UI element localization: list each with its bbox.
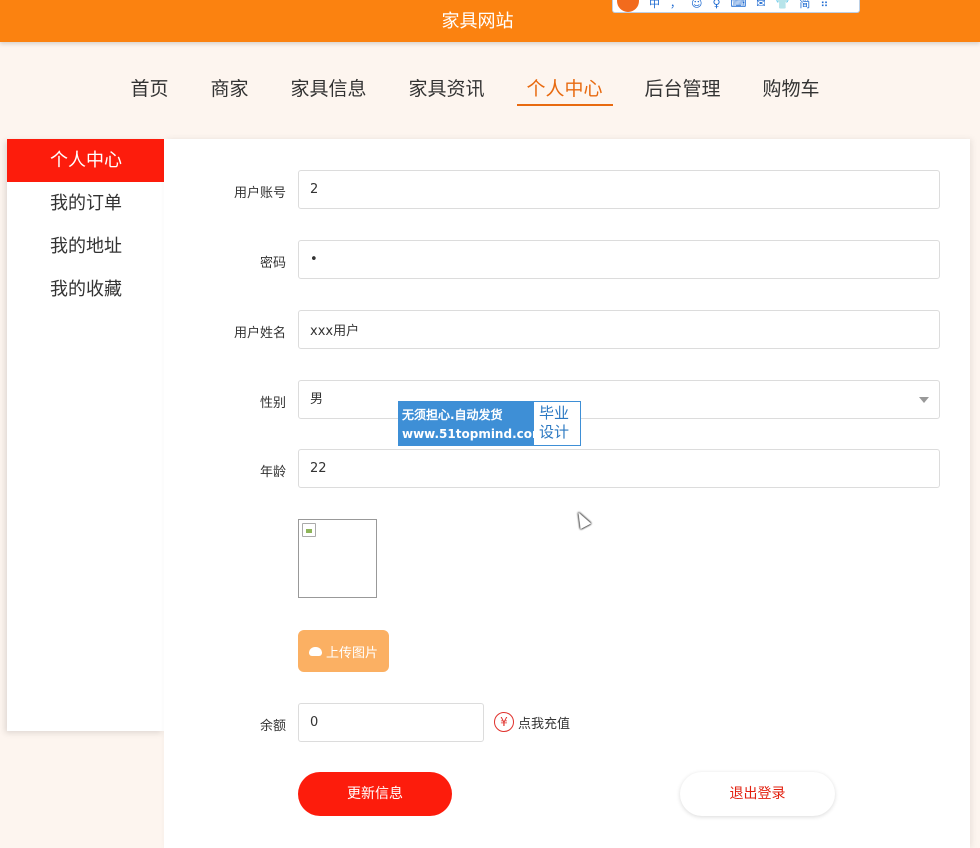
- ime-item[interactable]: ⌨: [731, 0, 747, 10]
- form-row-name: 用户姓名: [164, 310, 970, 350]
- nav-item-cart[interactable]: 购物车: [753, 74, 830, 106]
- gender-label: 性别: [259, 396, 286, 411]
- update-info-button[interactable]: 更新信息: [298, 772, 452, 816]
- sidebar-item-favorites[interactable]: 我的收藏: [7, 268, 164, 311]
- main-nav: 首页 商家 家具信息 家具资讯 个人中心 后台管理 购物车: [0, 42, 980, 138]
- balance-label: 余额: [259, 719, 286, 734]
- nav-item-personal-center[interactable]: 个人中心: [516, 74, 613, 106]
- form-row-balance: 余额 ¥ 点我充值: [164, 703, 970, 743]
- gender-select[interactable]: 男: [298, 380, 940, 419]
- name-input[interactable]: [298, 310, 940, 349]
- recharge-link[interactable]: ¥ 点我充值: [494, 712, 570, 732]
- watermark-line1: 无须担心.自动发货: [402, 408, 503, 422]
- watermark-badge: 无须担心.自动发货 www.51topmind.com 毕业 设计: [398, 401, 581, 446]
- balance-input[interactable]: [298, 703, 484, 742]
- nav-item-admin[interactable]: 后台管理: [635, 74, 731, 106]
- logout-button[interactable]: 退出登录: [680, 772, 835, 816]
- nav-item-furniture-news[interactable]: 家具资讯: [398, 74, 494, 106]
- gender-selected-value: 男: [310, 392, 324, 407]
- sidebar: 个人中心 我的订单 我的地址 我的收藏: [7, 139, 164, 731]
- form-row-password: 密码: [164, 240, 970, 280]
- ime-item[interactable]: 简: [799, 0, 810, 10]
- ime-logo-icon: [617, 0, 639, 12]
- ime-item[interactable]: ✉: [756, 0, 765, 10]
- account-input[interactable]: [298, 170, 940, 209]
- password-input[interactable]: [298, 240, 940, 279]
- form-row-account: 用户账号: [164, 170, 970, 210]
- watermark-right2: 设计: [539, 423, 570, 441]
- sidebar-item-personal-center[interactable]: 个人中心: [7, 139, 164, 182]
- upload-image-button[interactable]: 上传图片: [298, 630, 389, 672]
- chevron-down-icon: [919, 397, 929, 403]
- age-label: 年龄: [259, 465, 286, 480]
- nav-item-furniture-info[interactable]: 家具信息: [280, 74, 376, 106]
- top-header-bar: 家具网站 中 ， ☺ ♀ ⌨ ✉ 👕 简 ⠿: [0, 0, 980, 42]
- watermark-right1: 毕业: [539, 404, 570, 422]
- recharge-label: 点我充值: [518, 716, 571, 732]
- password-label: 密码: [259, 256, 286, 271]
- ime-item[interactable]: ，: [670, 0, 681, 10]
- ime-item[interactable]: ♀: [712, 0, 720, 10]
- avatar-image-preview: [298, 519, 377, 598]
- nav-item-merchants[interactable]: 商家: [200, 74, 258, 106]
- nav-item-home[interactable]: 首页: [120, 74, 178, 106]
- cloud-upload-icon: [308, 646, 322, 656]
- watermark-line2: www.51topmind.com: [402, 427, 545, 441]
- ime-item[interactable]: ⠿: [820, 0, 828, 10]
- upload-image-label: 上传图片: [325, 645, 378, 661]
- watermark-right: 毕业 设计: [534, 402, 580, 445]
- ime-item[interactable]: 中: [649, 0, 660, 10]
- form-row-age: 年龄: [164, 449, 970, 489]
- age-input[interactable]: [298, 449, 940, 488]
- ime-item[interactable]: ☺: [691, 0, 702, 10]
- yen-icon: ¥: [494, 712, 514, 732]
- ime-toolbar[interactable]: 中 ， ☺ ♀ ⌨ ✉ 👕 简 ⠿: [612, 0, 860, 13]
- sidebar-item-addresses[interactable]: 我的地址: [7, 225, 164, 268]
- ime-item[interactable]: 👕: [776, 0, 790, 10]
- profile-form-panel: 用户账号 密码 用户姓名 性别 男 年龄 上传图片 余额 ¥ 点我充值 更新信息: [164, 139, 970, 848]
- account-label: 用户账号: [233, 186, 286, 201]
- watermark-left: 无须担心.自动发货 www.51topmind.com: [399, 402, 545, 445]
- broken-image-icon: [302, 523, 316, 537]
- name-label: 用户姓名: [233, 326, 286, 341]
- sidebar-item-orders[interactable]: 我的订单: [7, 182, 164, 225]
